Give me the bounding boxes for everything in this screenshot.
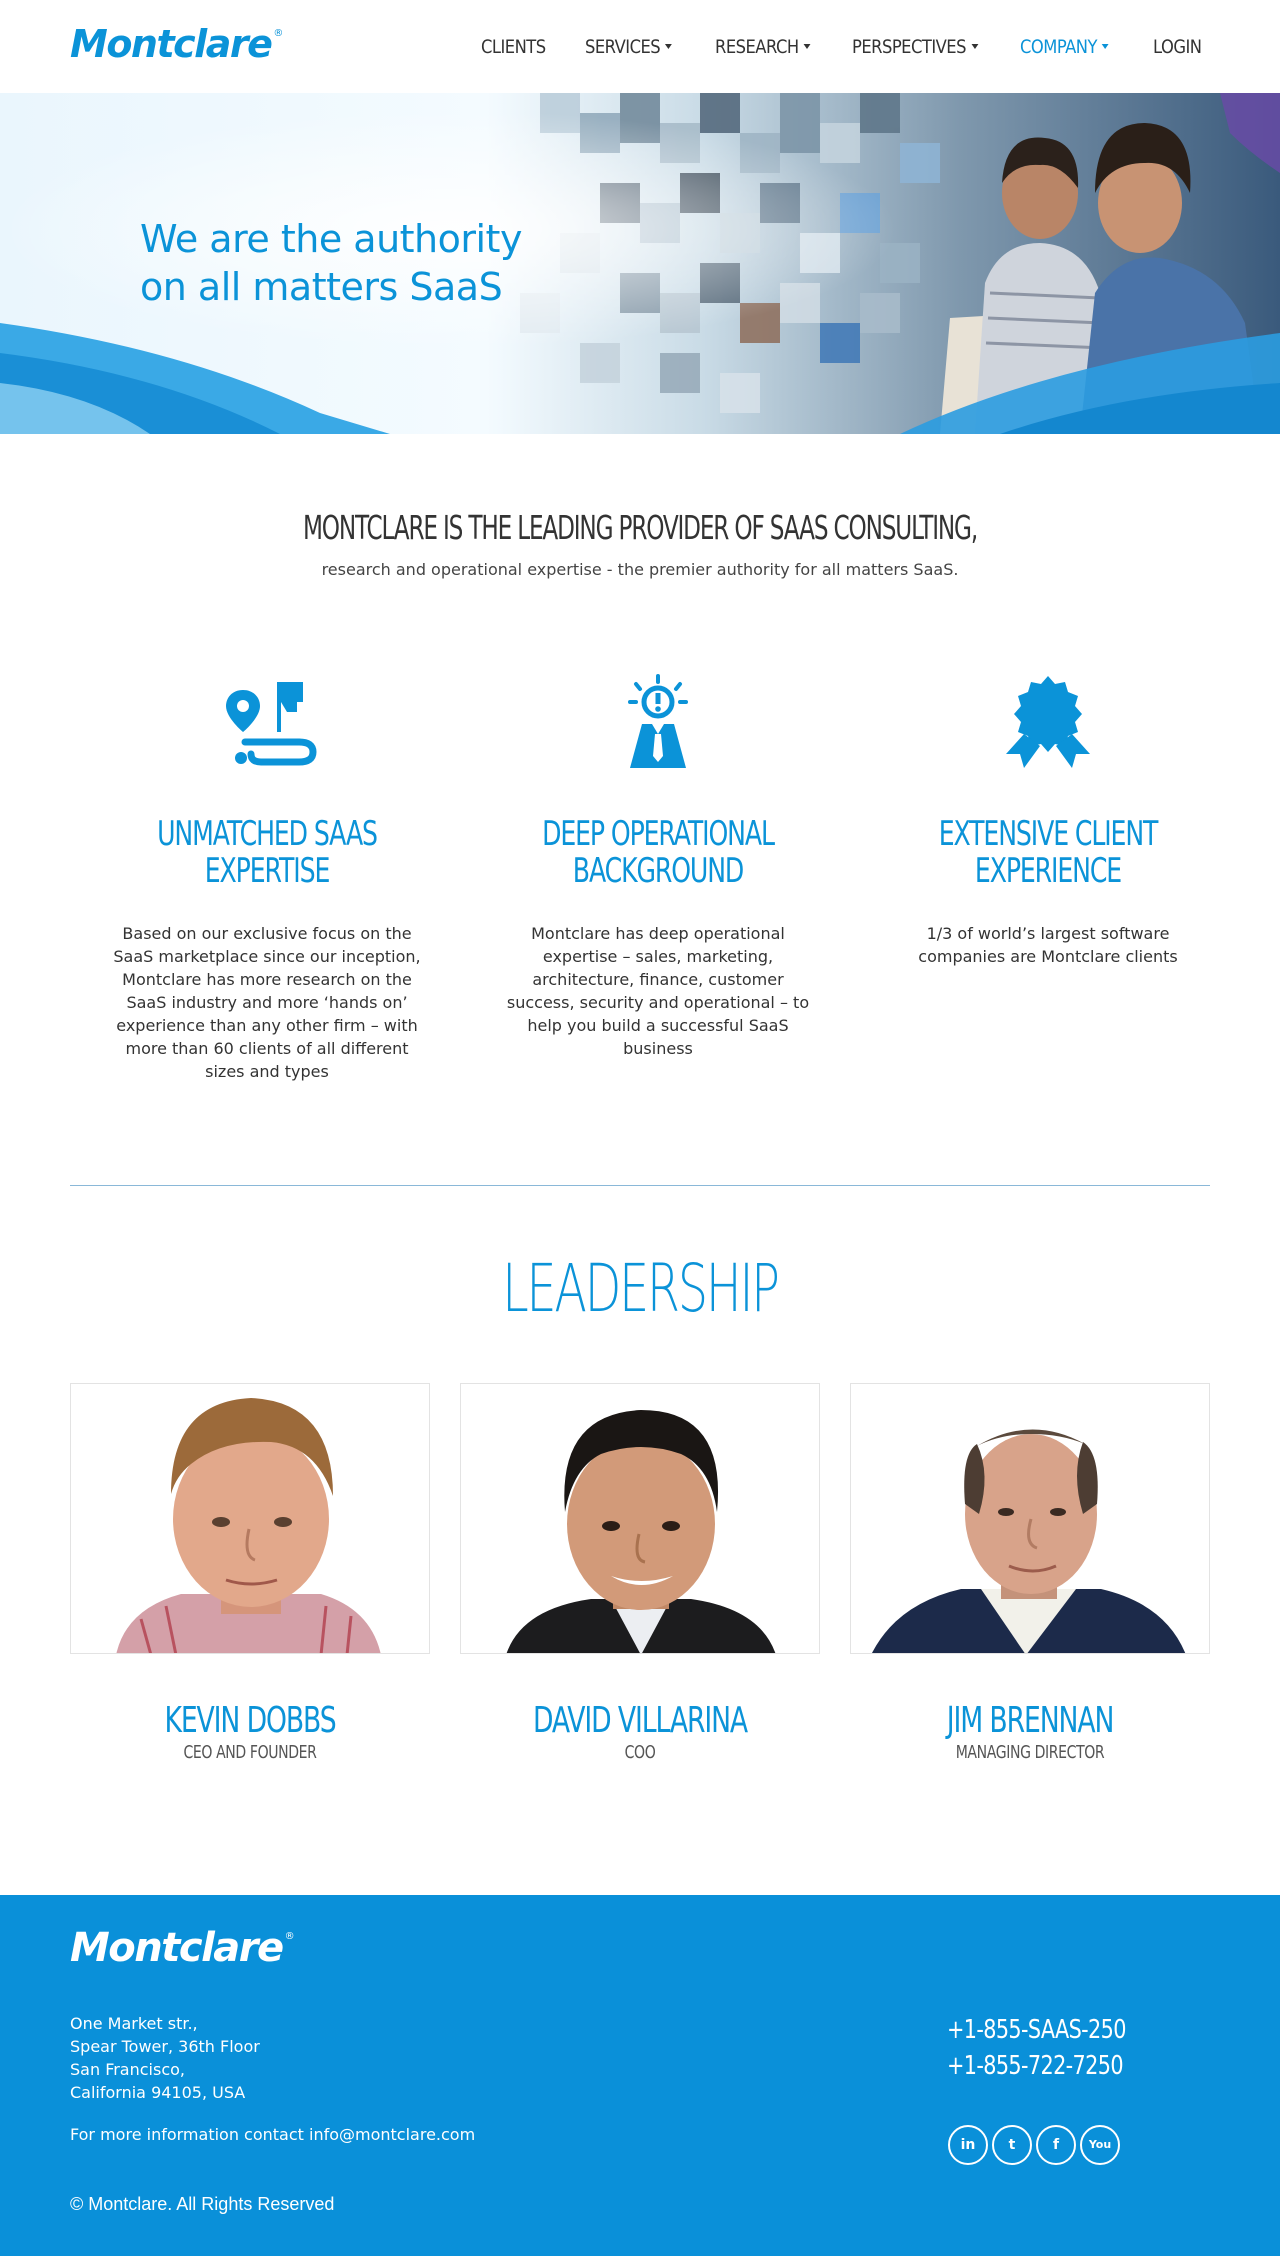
- feature-title: DEEP OPERATIONAL BACKGROUND: [542, 814, 775, 891]
- footer-logo[interactable]: Montclare ®: [70, 1925, 295, 1971]
- linkedin-icon[interactable]: in: [948, 2125, 988, 2165]
- caret-down-icon: [971, 44, 979, 49]
- site-header: Montclare ® CLIENTS SERVICES RESEARCH PER…: [0, 0, 1280, 93]
- leader-photo: [506, 1410, 776, 1653]
- footer-phone-2[interactable]: +1-855-722-7250: [947, 2051, 1124, 2081]
- leader-photo-card[interactable]: [70, 1383, 430, 1654]
- social-glyph: f: [1052, 2137, 1060, 2153]
- feature-description: 1/3 of world’s largest software companie…: [918, 924, 1178, 966]
- youtube-icon[interactable]: You: [1080, 2125, 1120, 2165]
- idea-person-icon: [628, 674, 688, 768]
- section-divider: [70, 1185, 1210, 1186]
- feature-expertise: UNMATCHED SAAS EXPERTISE Based on our ex…: [107, 672, 427, 1083]
- hero-headline: We are the authority on all matters SaaS: [140, 215, 600, 311]
- leader-name: KEVIN DOBBS: [164, 1700, 336, 1741]
- footer-copyright: © Montclare. All Rights Reserved: [70, 2194, 335, 2214]
- feature-client-experience: EXTENSIVE CLIENT EXPERIENCE 1/3 of world…: [888, 672, 1208, 968]
- nav-item-company[interactable]: COMPANY: [1020, 36, 1109, 58]
- leader-photo-card[interactable]: [850, 1383, 1210, 1654]
- leader-role: COO: [624, 1742, 656, 1763]
- nav-item-services[interactable]: SERVICES: [585, 36, 673, 58]
- leadership-title: LEADERSHIP: [502, 1250, 780, 1327]
- caret-down-icon: [665, 44, 673, 49]
- social-glyph: t: [1008, 2137, 1016, 2153]
- hero-line-2: on all matters SaaS: [140, 265, 503, 309]
- feature-operational: DEEP OPERATIONAL BACKGROUND Montclare ha…: [498, 672, 818, 1060]
- address-line: Spear Tower, 36th Floor: [70, 2037, 260, 2056]
- nav-item-label: LOGIN: [1153, 36, 1202, 58]
- footer-logo-text: Montclare: [70, 1925, 284, 1971]
- address-line: One Market str.,: [70, 2014, 198, 2033]
- leader-name: DAVID VILLARINA: [532, 1700, 748, 1741]
- leader-role: MANAGING DIRECTOR: [955, 1742, 1105, 1763]
- leader-photo: [116, 1398, 381, 1653]
- leader-role: CEO AND FOUNDER: [183, 1742, 317, 1763]
- facebook-icon[interactable]: f: [1036, 2125, 1076, 2165]
- nav-item-login[interactable]: LOGIN: [1153, 36, 1202, 58]
- address-line: California 94105, USA: [70, 2083, 246, 2102]
- main-nav: CLIENTS SERVICES RESEARCH PERSPECTIVES C…: [0, 36, 1280, 66]
- footer-phone-1[interactable]: +1-855-SAAS-250: [947, 2015, 1126, 2045]
- social-glyph: in: [960, 2137, 976, 2153]
- nav-item-label: PERSPECTIVES: [852, 36, 966, 58]
- nav-item-clients[interactable]: CLIENTS: [481, 36, 546, 58]
- social-glyph: You: [1088, 2138, 1112, 2151]
- feature-description: Montclare has deep operational expertise…: [506, 924, 810, 1058]
- twitter-icon[interactable]: t: [992, 2125, 1032, 2165]
- nav-item-label: CLIENTS: [481, 36, 546, 58]
- feature-description: Based on our exclusive focus on the SaaS…: [113, 924, 421, 1081]
- leader-photo: [872, 1429, 1186, 1653]
- leader-name: JIM BRENNAN: [946, 1700, 1115, 1741]
- roadmap-icon: [226, 682, 317, 766]
- footer-logo-registered-mark: ®: [284, 1931, 295, 1942]
- feature-title: UNMATCHED SAAS EXPERTISE: [157, 814, 378, 891]
- intro-heading: MONTCLARE IS THE LEADING PROVIDER OF SAA…: [302, 508, 978, 547]
- award-ribbon-icon: [1006, 676, 1090, 768]
- nav-item-perspectives[interactable]: PERSPECTIVES: [852, 36, 979, 58]
- feature-title: EXTENSIVE CLIENT EXPERIENCE: [938, 814, 1159, 891]
- nav-item-research[interactable]: RESEARCH: [715, 36, 811, 58]
- nav-item-label: COMPANY: [1020, 36, 1097, 58]
- nav-item-label: RESEARCH: [715, 36, 799, 58]
- footer-address: One Market str., Spear Tower, 36th Floor…: [70, 2012, 260, 2104]
- caret-down-icon: [1102, 44, 1109, 49]
- intro-subheading: research and operational expertise - the…: [321, 560, 959, 579]
- nav-item-label: SERVICES: [585, 36, 661, 58]
- hero-banner: We are the authority on all matters SaaS: [0, 93, 1280, 434]
- address-line: San Francisco,: [70, 2060, 185, 2079]
- caret-down-icon: [803, 44, 811, 49]
- footer-contact-email[interactable]: For more information contact info@montcl…: [70, 2125, 475, 2144]
- site-footer: Montclare ® One Market str., Spear Tower,…: [0, 1895, 1280, 2256]
- hero-line-1: We are the authority: [140, 217, 522, 261]
- leader-photo-card[interactable]: [460, 1383, 820, 1654]
